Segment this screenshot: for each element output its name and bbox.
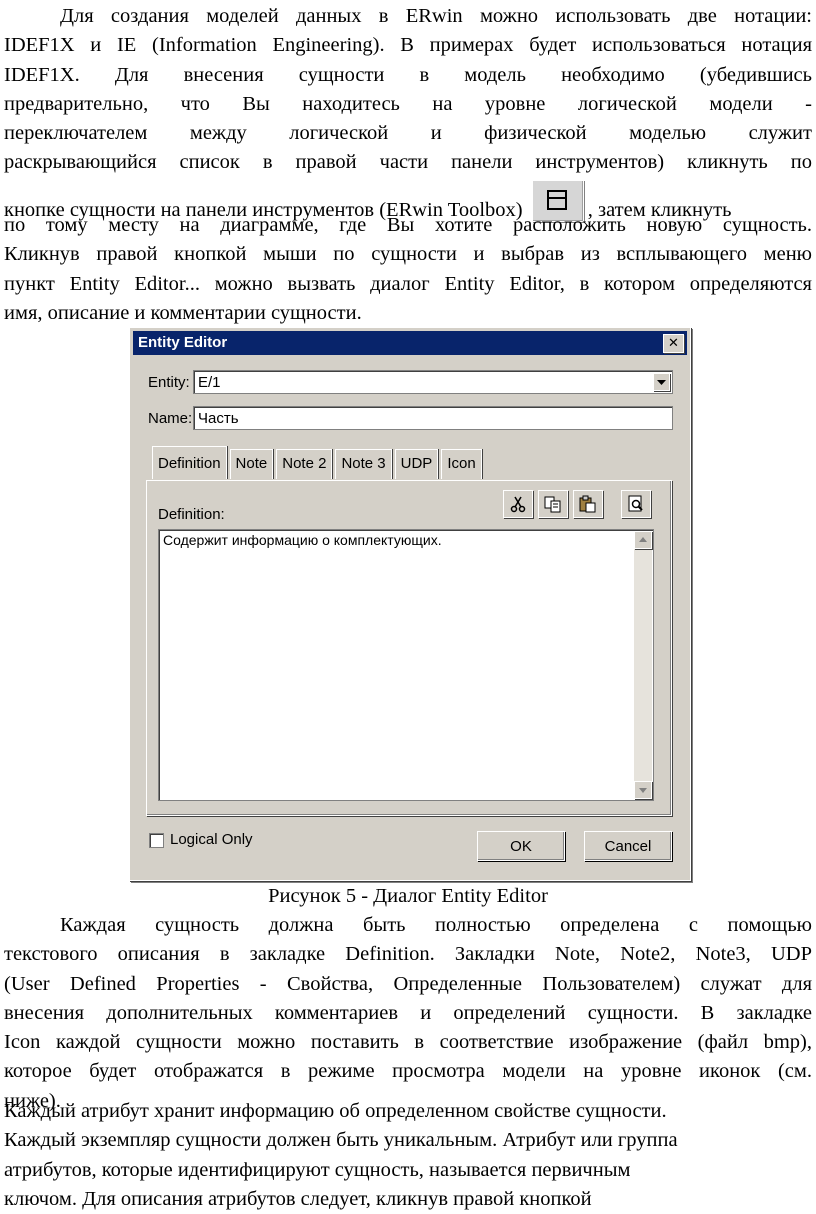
text-line: переключателем между логической и физиче… [4, 122, 812, 145]
vertical-scrollbar[interactable] [634, 531, 652, 799]
text-line: по тому месту на диаграмме, где Вы хотит… [4, 214, 812, 236]
dialog-title: Entity Editor [138, 334, 228, 351]
definition-text: Содержит информацию о комплектующих. [163, 532, 442, 548]
text-line: ключом. Для описания атрибутов следует, … [4, 1187, 592, 1210]
chevron-down-icon[interactable] [653, 373, 670, 391]
close-icon[interactable]: ✕ [663, 334, 684, 353]
logical-only-checkbox[interactable] [149, 833, 164, 848]
text-line: IDEF1X. Для внесения сущности в модель н… [4, 63, 812, 86]
caption-text: Рисунок 5 - Диалог Entity Editor [268, 885, 548, 907]
text-line: IDEF1X и IE (Information Engineering). В… [4, 34, 812, 57]
text-line: Для создания моделей данных в ERwin можн… [60, 5, 812, 27]
tab-strip: Definition Note Note 2 Note 3 UDP Icon [152, 446, 485, 479]
text-line: раскрывающийся список в правой части пан… [4, 151, 812, 174]
text-line: Каждый атрибут хранит информацию об опре… [4, 1100, 667, 1122]
intro-paragraph: Для создания моделей данных в ERwin можн… [4, 2, 812, 178]
tab-note-2[interactable]: Note 2 [276, 449, 333, 479]
text-line: текстового описания в закладке Definitio… [4, 943, 812, 966]
attribute-paragraph: Каждый атрибут хранит информацию об опре… [4, 1097, 812, 1214]
tab-icon[interactable]: Icon [441, 449, 482, 479]
cut-icon[interactable] [503, 490, 533, 518]
tab-note-3[interactable]: Note 3 [335, 449, 392, 479]
entity-editor-dialog: Entity Editor ✕ Entity: E/1 Name: Часть … [129, 327, 691, 881]
text-line: атрибутов, которые идентифицируют сущнос… [4, 1158, 631, 1181]
dialog-titlebar: Entity Editor ✕ [133, 331, 687, 355]
preview-icon[interactable] [621, 490, 651, 518]
intro-paragraph-end: по тому месту на диаграмме, где Вы хотит… [4, 211, 812, 328]
text-line: пункт Entity Editor... можно вызвать диа… [4, 272, 812, 295]
entity-label: Entity: [148, 374, 190, 391]
ok-button[interactable]: OK [477, 831, 565, 861]
definition-label: Definition: [158, 506, 225, 523]
cancel-button[interactable]: Cancel [584, 831, 672, 861]
text-line: Icon каждой сущности можно поставить в с… [4, 1031, 812, 1054]
text-line: имя, описание и комментарии сущности. [4, 301, 362, 324]
name-input[interactable]: Часть [193, 406, 673, 430]
scroll-up-icon[interactable] [634, 531, 652, 549]
entity-select[interactable]: E/1 [193, 370, 673, 394]
text-line: которое будет отображатся в режиме просм… [4, 1060, 812, 1083]
tab-note[interactable]: Note [229, 449, 274, 479]
text-line: Каждая сущность должна быть полностью оп… [60, 914, 812, 936]
definition-paragraph: Каждая сущность должна быть полностью оп… [4, 911, 812, 1116]
scroll-down-icon[interactable] [634, 781, 652, 799]
text-line: Каждый экземпляр сущности должен быть ун… [4, 1129, 678, 1152]
tab-definition[interactable]: Definition [152, 446, 227, 479]
definition-textarea[interactable]: Содержит информацию о комплектующих. [158, 529, 654, 801]
tab-udp[interactable]: UDP [394, 449, 439, 479]
figure-caption: Рисунок 5 - Диалог Entity Editor [4, 882, 812, 911]
text-line: Кликнув правой кнопкой мыши по сущности … [4, 243, 812, 266]
text-line: (User Defined Properties - Свойства, Опр… [4, 972, 812, 995]
text-line: внесения дополнительных комментариев и о… [4, 1001, 812, 1024]
text-line: предварительно, что Вы находитесь на уро… [4, 92, 812, 115]
name-input-value: Часть [198, 410, 239, 427]
entity-select-value: E/1 [198, 374, 221, 391]
logical-only-label: Logical Only [170, 831, 253, 848]
copy-icon[interactable] [538, 490, 568, 518]
name-label: Name: [148, 410, 193, 427]
paste-icon[interactable] [573, 490, 603, 518]
